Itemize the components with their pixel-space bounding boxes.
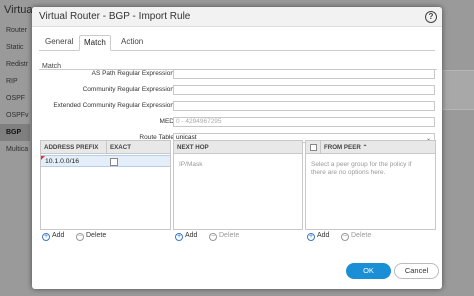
peer-placeholder: Select a peer group for the policy if the… xyxy=(311,161,411,177)
med-input[interactable]: 0 - 4294967295 xyxy=(173,117,435,127)
address-delete-button[interactable]: − Delete xyxy=(76,230,106,241)
background-nav: Router Static Redistr RIP OSPF OSPFv BGP… xyxy=(0,22,30,158)
bg-nav-item-router[interactable]: Router xyxy=(0,22,30,39)
dialog-header: Virtual Router - BGP - Import Rule ? xyxy=(32,7,442,27)
ext-community-label: Extended Community Regular Expression xyxy=(53,102,174,109)
address-add-label: Add xyxy=(52,232,65,239)
as-path-label: AS Path Regular Expression xyxy=(91,70,174,77)
ext-community-input[interactable] xyxy=(173,101,435,111)
nexthop-delete-button[interactable]: − Delete xyxy=(209,230,239,241)
plus-circle-icon: + xyxy=(42,233,50,241)
import-rule-dialog: Virtual Router - BGP - Import Rule ? Gen… xyxy=(32,7,442,289)
minus-circle-icon: − xyxy=(76,233,84,241)
tab-bar: General Match Action xyxy=(39,35,435,51)
peer-delete-button[interactable]: − Delete xyxy=(341,230,371,241)
select-all-checkbox[interactable] xyxy=(310,144,317,151)
tab-match[interactable]: Match xyxy=(79,35,111,51)
bg-nav-item-static[interactable]: Static xyxy=(0,39,30,56)
table-row[interactable]: 10.1.0.0/16 xyxy=(41,155,170,167)
peer-placeholder-line-1: Select a peer group for the policy if xyxy=(311,161,412,168)
med-label: MED xyxy=(159,118,174,125)
address-delete-label: Delete xyxy=(86,232,107,239)
ok-button[interactable]: OK xyxy=(346,263,391,279)
address-add-button[interactable]: + Add xyxy=(42,230,64,241)
background-window-title: Virtua xyxy=(4,4,33,16)
exact-checkbox[interactable] xyxy=(110,158,118,166)
nexthop-grid-footer: + Add − Delete xyxy=(175,230,305,241)
nexthop-delete-label: Delete xyxy=(219,232,240,239)
bg-nav-item-ospfv3[interactable]: OSPFv xyxy=(0,107,30,124)
address-grid-header: ADDRESS PREFIX EXACT xyxy=(41,141,170,154)
peer-grid-footer: + Add − Delete xyxy=(307,230,437,241)
from-peer-header-label: FROM PEER xyxy=(324,144,361,151)
minus-circle-icon: − xyxy=(209,233,217,241)
minus-circle-icon: − xyxy=(341,233,349,241)
address-prefix-grid: ADDRESS PREFIX EXACT 10.1.0.0/16 xyxy=(40,140,171,230)
bg-nav-item-ospf[interactable]: OSPF xyxy=(0,90,30,107)
plus-circle-icon: + xyxy=(307,233,315,241)
tab-general[interactable]: General xyxy=(41,35,77,51)
cancel-button[interactable]: Cancel xyxy=(394,263,439,279)
column-header-next-hop[interactable]: NEXT HOP xyxy=(174,141,209,154)
dialog-title: Virtual Router - BGP - Import Rule xyxy=(39,11,191,22)
community-input[interactable] xyxy=(173,85,435,95)
tab-action[interactable]: Action xyxy=(117,35,147,51)
peer-grid-header: FROM PEER ⌃ xyxy=(306,141,435,154)
column-header-from-peer[interactable]: FROM PEER ⌃ xyxy=(321,141,368,154)
nexthop-add-label: Add xyxy=(185,232,198,239)
plus-circle-icon: + xyxy=(175,233,183,241)
help-icon[interactable]: ? xyxy=(425,11,437,23)
chevron-up-icon: ⌃ xyxy=(362,144,368,151)
bg-nav-item-bgp[interactable]: BGP xyxy=(0,124,30,141)
from-peer-grid: FROM PEER ⌃ Select a peer group for the … xyxy=(305,140,436,230)
column-header-exact[interactable]: EXACT xyxy=(107,141,131,154)
address-prefix-value[interactable]: 10.1.0.0/16 xyxy=(45,158,79,165)
peer-delete-label: Delete xyxy=(351,232,372,239)
as-path-input[interactable] xyxy=(173,69,435,79)
nexthop-placeholder: IP/Mask xyxy=(179,161,203,168)
bg-nav-item-redistribution[interactable]: Redistr xyxy=(0,56,30,73)
bg-nav-item-rip[interactable]: RIP xyxy=(0,73,30,90)
bg-nav-item-multicast[interactable]: Multica xyxy=(0,141,30,158)
address-grid-footer: + Add − Delete xyxy=(42,230,172,241)
background-panel xyxy=(440,70,474,110)
nexthop-grid-header: NEXT HOP xyxy=(174,141,302,154)
peer-add-label: Add xyxy=(317,232,330,239)
column-header-address-prefix[interactable]: ADDRESS PREFIX xyxy=(41,141,98,154)
nexthop-add-button[interactable]: + Add xyxy=(175,230,197,241)
community-label: Community Regular Expression xyxy=(82,86,174,93)
next-hop-grid: NEXT HOP IP/Mask xyxy=(173,140,303,230)
peer-placeholder-line-2: there are no options here. xyxy=(311,169,386,176)
peer-add-button[interactable]: + Add xyxy=(307,230,329,241)
